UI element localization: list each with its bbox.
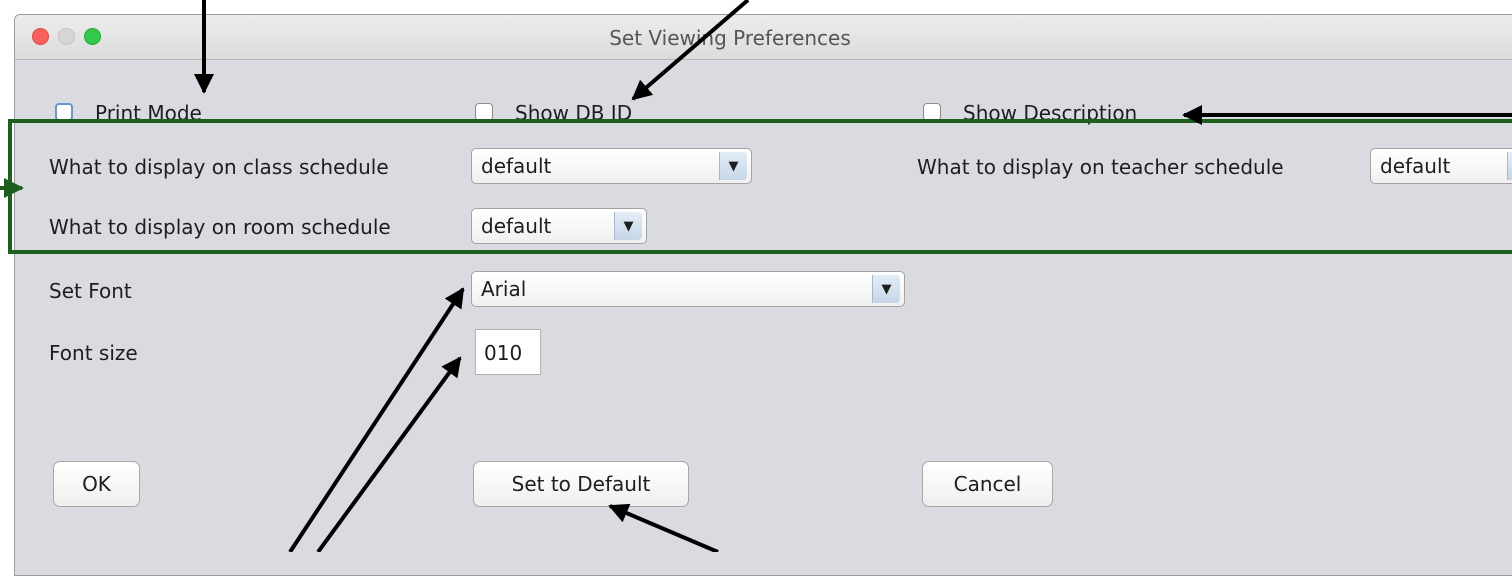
title-bar: Set Viewing Preferences <box>15 15 1512 60</box>
schedule-options-highlight <box>8 119 1512 254</box>
cancel-button[interactable]: Cancel <box>922 461 1053 507</box>
set-font-label: Set Font <box>49 279 132 303</box>
font-size-label: Font size <box>49 341 138 365</box>
font-value: Arial <box>481 277 527 301</box>
font-select[interactable]: Arial ▼ <box>471 271 905 307</box>
ok-button[interactable]: OK <box>53 461 140 507</box>
chevron-down-icon: ▼ <box>872 275 900 303</box>
font-size-input[interactable]: 010 <box>475 329 541 375</box>
set-to-default-button[interactable]: Set to Default <box>473 461 689 507</box>
preferences-window: Set Viewing Preferences Print Mode Show … <box>14 14 1512 576</box>
window-title: Set Viewing Preferences <box>609 26 851 50</box>
